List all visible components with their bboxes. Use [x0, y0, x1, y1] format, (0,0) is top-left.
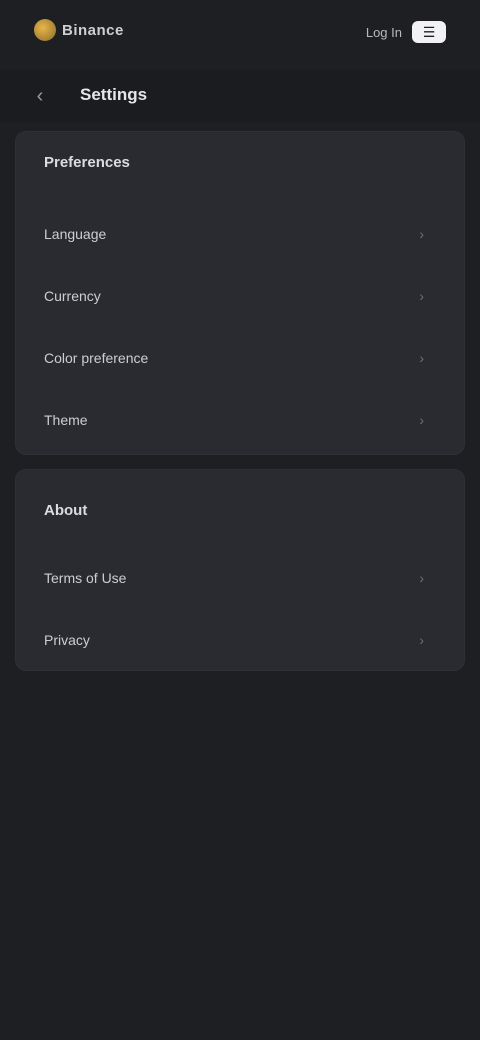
list-item[interactable]: Theme › [16, 400, 464, 440]
list-item-label: Color preference [44, 350, 149, 366]
list-item-label: Language [44, 226, 107, 242]
brand-logo[interactable]: Binance [34, 14, 138, 46]
list-item[interactable]: Language › [16, 214, 464, 254]
chevron-right-icon: › [419, 226, 424, 242]
list-item-label: Currency [44, 288, 101, 304]
chevron-right-icon: › [419, 412, 424, 428]
section-title: Preferences [44, 154, 130, 171]
page-title: Settings [80, 85, 148, 104]
chevron-right-icon: › [419, 288, 424, 304]
back-arrow-icon[interactable]: ‹ [28, 84, 52, 108]
page-header: ‹ Settings [0, 70, 480, 122]
menu-icon[interactable]: ☰ [412, 21, 446, 43]
about-card: About Terms of Use › Privacy › [16, 470, 464, 670]
login-link[interactable]: Log In [366, 25, 402, 40]
brand-name: Binance [62, 21, 124, 39]
list-item-label: Terms of Use [44, 570, 127, 586]
brand-mark-icon [34, 19, 56, 41]
list-item-label: Theme [44, 412, 88, 428]
list-item[interactable]: Terms of Use › [16, 558, 464, 598]
list-item[interactable]: Color preference › [16, 338, 464, 378]
chevron-right-icon: › [419, 350, 424, 366]
top-actions: Log In ☰ [366, 20, 446, 44]
top-bar: Binance Log In ☰ [0, 0, 480, 64]
list-item[interactable]: Currency › [16, 276, 464, 316]
list-item-label: Privacy [44, 632, 90, 648]
chevron-right-icon: › [419, 570, 424, 586]
chevron-right-icon: › [419, 632, 424, 648]
section-title: About [44, 502, 88, 519]
list-item[interactable]: Privacy › [16, 620, 464, 660]
preferences-card: Preferences Language › Currency › Color … [16, 132, 464, 454]
settings-screen: Binance Log In ☰ ‹ Settings Preferences … [0, 0, 480, 1040]
